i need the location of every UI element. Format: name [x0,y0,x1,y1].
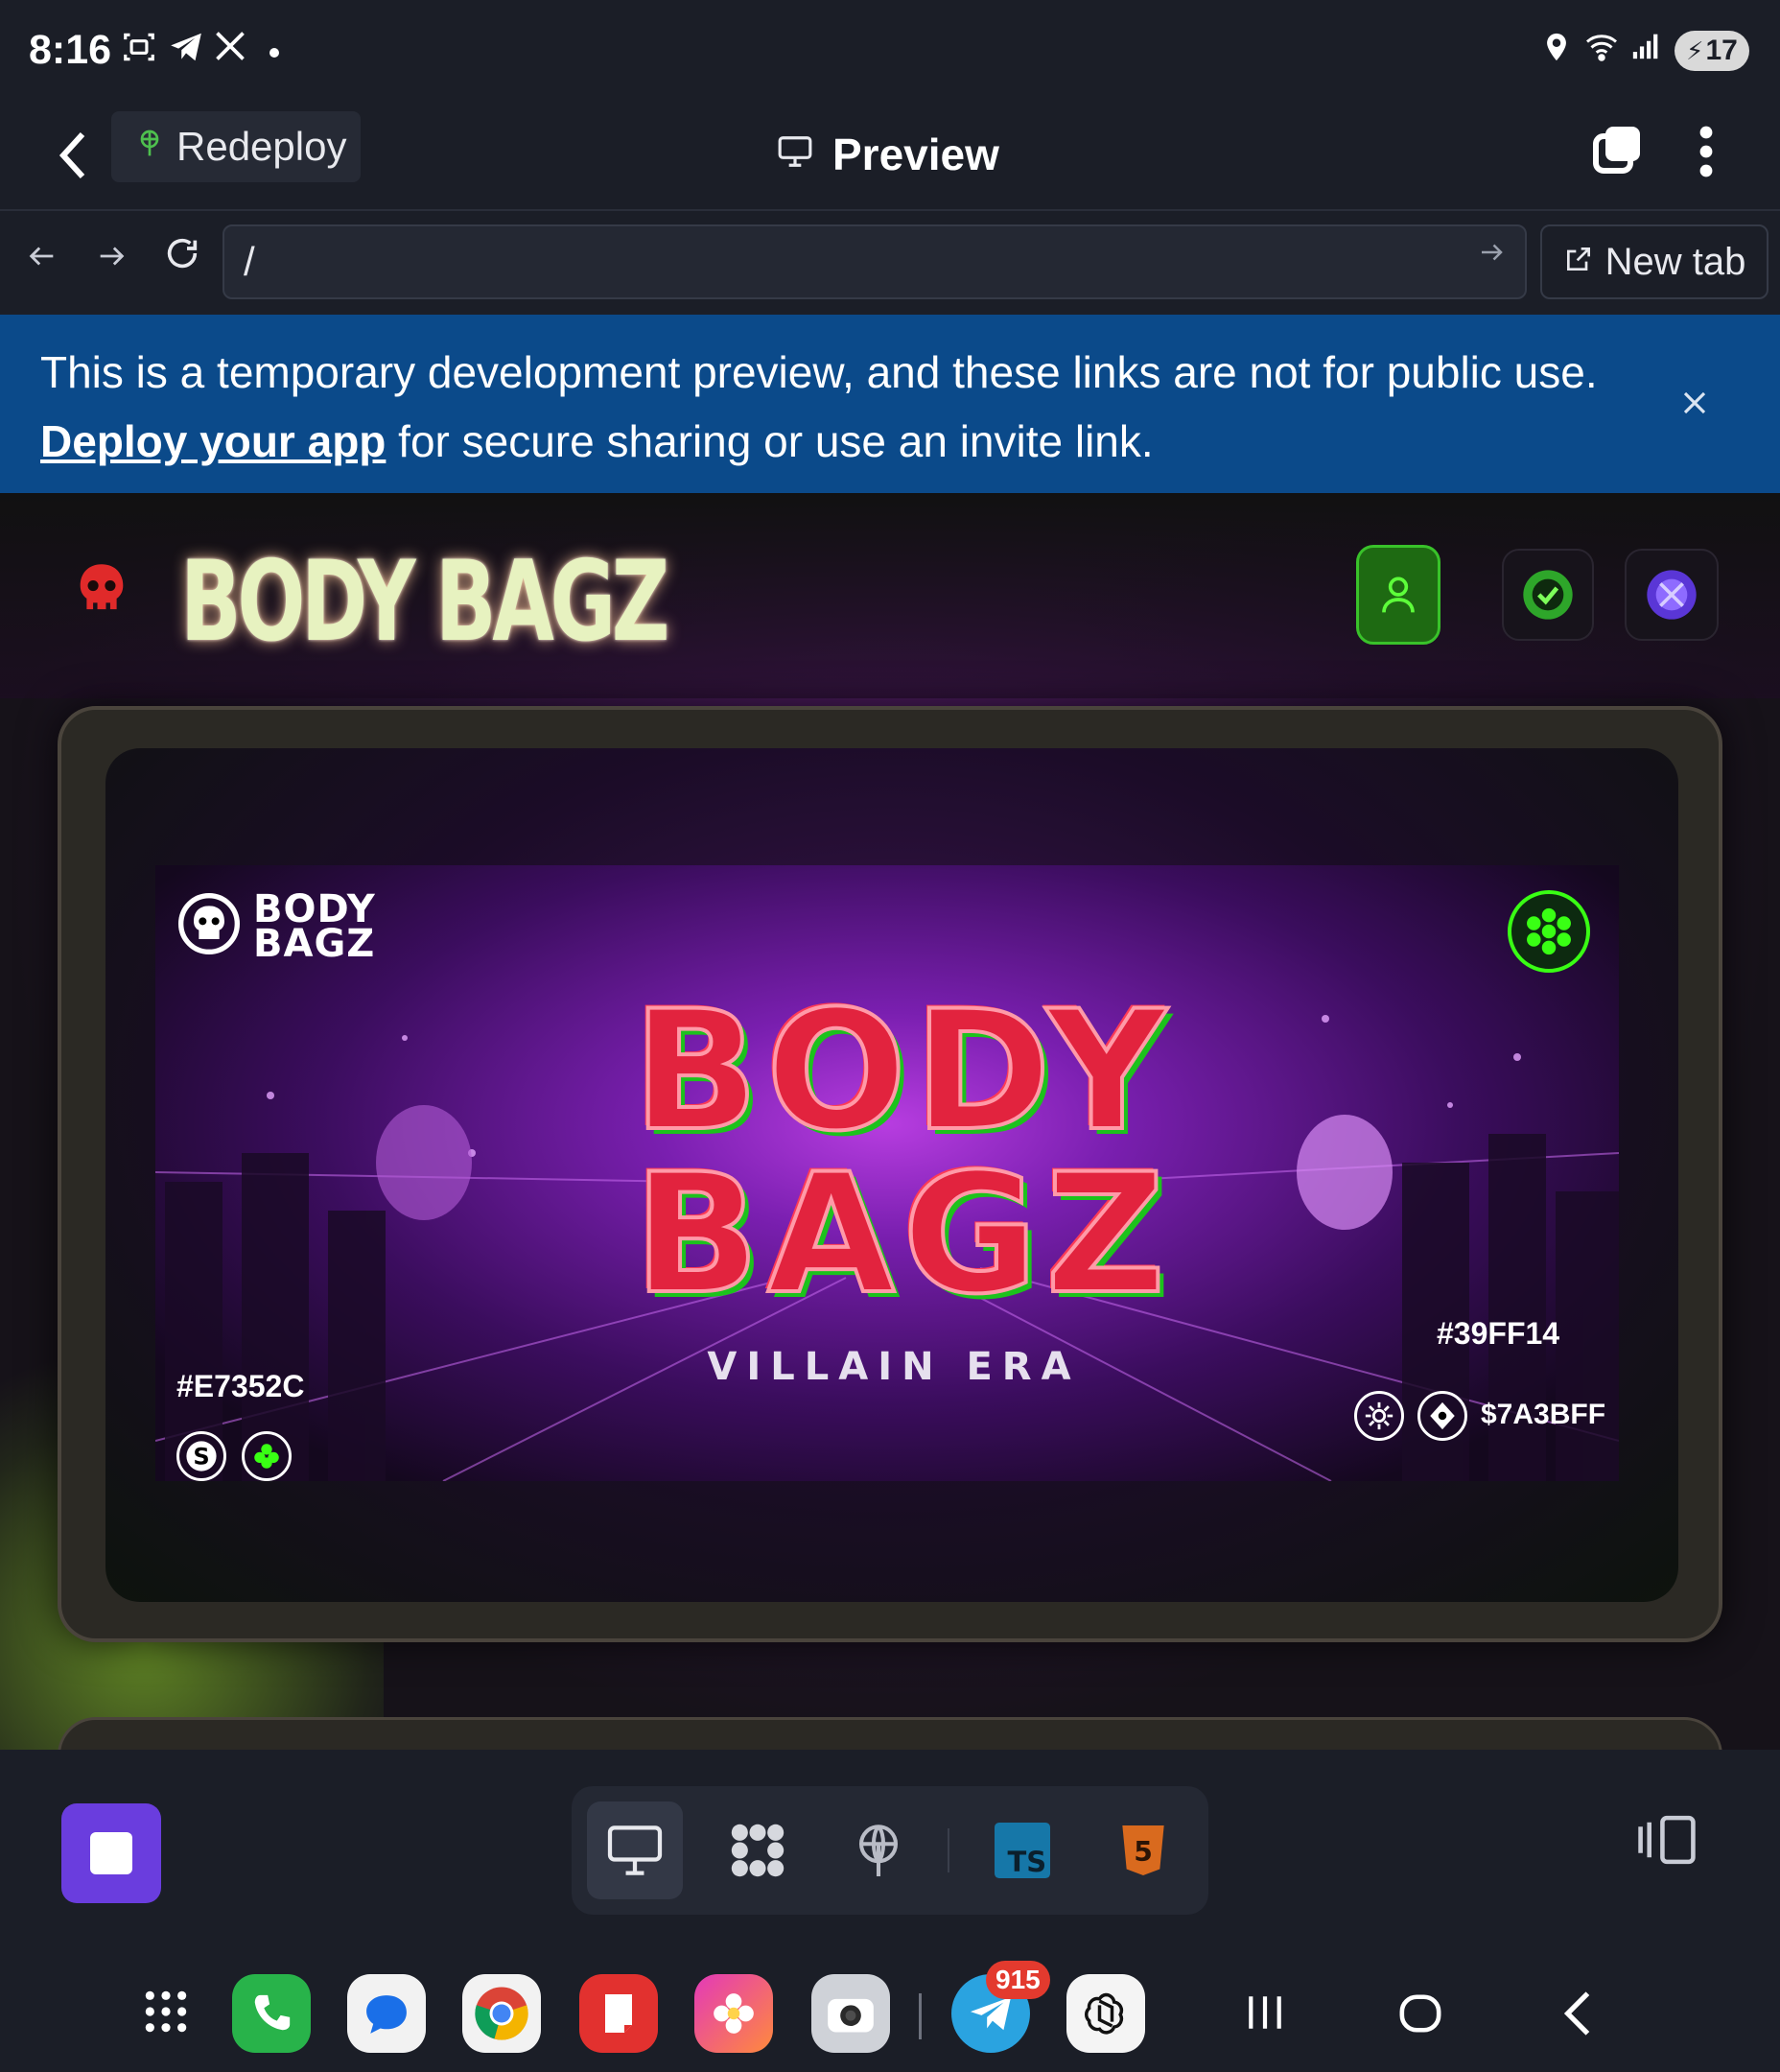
tabs-icon[interactable] [1590,123,1644,177]
svg-text:TS: TS [1007,1846,1046,1878]
dev-preview-banner: This is a temporary development preview,… [0,315,1780,493]
camera-app-icon[interactable] [811,1974,890,2053]
telegram-icon [167,29,205,75]
app-drawer-icon[interactable] [142,1988,190,2040]
battery-indicator: ⚡ 17 [1675,31,1749,71]
reload-icon[interactable] [153,230,211,288]
profile-button[interactable] [1356,545,1440,645]
deploy-app-link[interactable]: Deploy your app [40,416,386,466]
banner-text-start: This is a temporary development preview,… [40,347,1598,397]
skull-logo-icon[interactable] [75,562,129,623]
redeploy-button[interactable]: Redeploy [111,111,361,182]
recent-apps-icon[interactable] [1245,1991,1285,2038]
deploy-icon [134,124,165,170]
new-tab-label: New tab [1604,240,1746,283]
x-icon [213,29,247,73]
banner-text: This is a temporary development preview,… [40,338,1632,476]
chrome-app-icon[interactable] [462,1974,541,2053]
wallet-icon[interactable] [1502,549,1594,641]
preview-title: Preview [775,121,999,188]
site-preview: BODY BAGZ BODY BAGZ BODY BAGZ VILLAIN ER… [0,493,1780,1750]
redeploy-label: Redeploy [176,124,347,169]
mini-logo-line2: BAGZ [253,921,376,966]
html-file-icon[interactable]: 5 [1095,1801,1191,1899]
wifi-icon [1582,29,1621,73]
preview-title-text: Preview [832,130,999,179]
color-code-right: #39FF14 [1437,1316,1560,1351]
flower-badge-icon [1508,890,1590,973]
clover-icon [242,1431,292,1481]
workspace-toolbar: TS 5 [0,1750,1780,1943]
preview-tool-icon[interactable] [587,1801,683,1899]
divider [948,1828,949,1872]
next-card-peek [58,1717,1722,1750]
chatgpt-app-icon[interactable] [1066,1974,1145,2053]
chain-icon[interactable] [1625,549,1719,641]
url-toolbar: New tab [0,211,1780,315]
typescript-file-icon[interactable]: TS [974,1801,1070,1899]
home-button-icon[interactable] [1398,1991,1442,2040]
artwork-title: BODY BAGZ [520,975,1287,1330]
clock: 8:16 [29,27,112,73]
dollar-icon: S [176,1431,226,1481]
url-go-icon[interactable] [1477,238,1506,275]
nft-artwork: BODY BAGZ BODY BAGZ VILLAIN ERA #E7352C … [155,865,1619,1481]
more-options-icon[interactable] [1690,123,1722,180]
artwork-tagline: VILLAIN ERA [707,1345,1081,1389]
mini-logo-text: BODY BAGZ [253,890,376,966]
monitor-icon [775,129,815,180]
dock-divider [919,1993,922,2039]
mini-brand-logo: BODY BAGZ [178,890,376,966]
gallery-app-icon[interactable] [694,1974,773,2053]
skull-icon [178,890,240,962]
new-tab-button[interactable]: New tab [1540,224,1768,299]
banner-text-end: for secure sharing or use an invite link… [386,416,1154,466]
url-input[interactable] [222,224,1527,299]
site-header: BODY BAGZ [0,493,1780,698]
external-link-icon [1563,241,1594,284]
token-label: $7A3BFF [1481,1399,1606,1430]
close-icon[interactable] [1680,376,1709,428]
notification-dot-icon [269,48,279,58]
status-bar: 8:16 ⚡ 17 [0,0,1780,104]
token-icon [1417,1391,1467,1441]
signal-icon [1630,29,1663,71]
notes-app-icon[interactable] [579,1974,658,2053]
deployments-icon[interactable] [831,1801,926,1899]
color-code-left: #E7352C [176,1369,305,1403]
svg-text:5: 5 [1134,1836,1153,1868]
nav-back-icon[interactable] [13,230,71,288]
gear-icon [1354,1391,1404,1441]
nav-back-button-icon[interactable] [1561,1990,1594,2042]
brand-title: BODY BAGZ [180,537,669,667]
location-icon [1540,29,1573,75]
telegram-badge: 915 [986,1961,1050,1999]
phone-app-icon[interactable] [232,1974,311,2053]
nav-forward-icon[interactable] [82,230,140,288]
messages-app-icon[interactable] [347,1974,426,2053]
screenshot-icon [121,29,157,75]
stop-button[interactable] [61,1803,161,1903]
artwork-title-line1: BODY [631,975,1175,1167]
workspace-apps-icon[interactable] [710,1801,806,1899]
android-dock: 915 [0,1938,1780,2072]
artwork-title-line2: BAGZ [632,1138,1174,1330]
back-button[interactable] [54,127,111,184]
tool-switcher: TS 5 [572,1786,1208,1915]
nft-card-inner: BODY BAGZ BODY BAGZ VILLAIN ERA #E7352C … [105,748,1678,1602]
layout-toggle-icon[interactable] [1636,1813,1703,1880]
app-header: Redeploy Preview [0,104,1780,211]
svg-text:S: S [193,1444,209,1471]
nft-card[interactable]: BODY BAGZ BODY BAGZ VILLAIN ERA #E7352C … [58,706,1722,1642]
stop-icon [90,1832,132,1874]
